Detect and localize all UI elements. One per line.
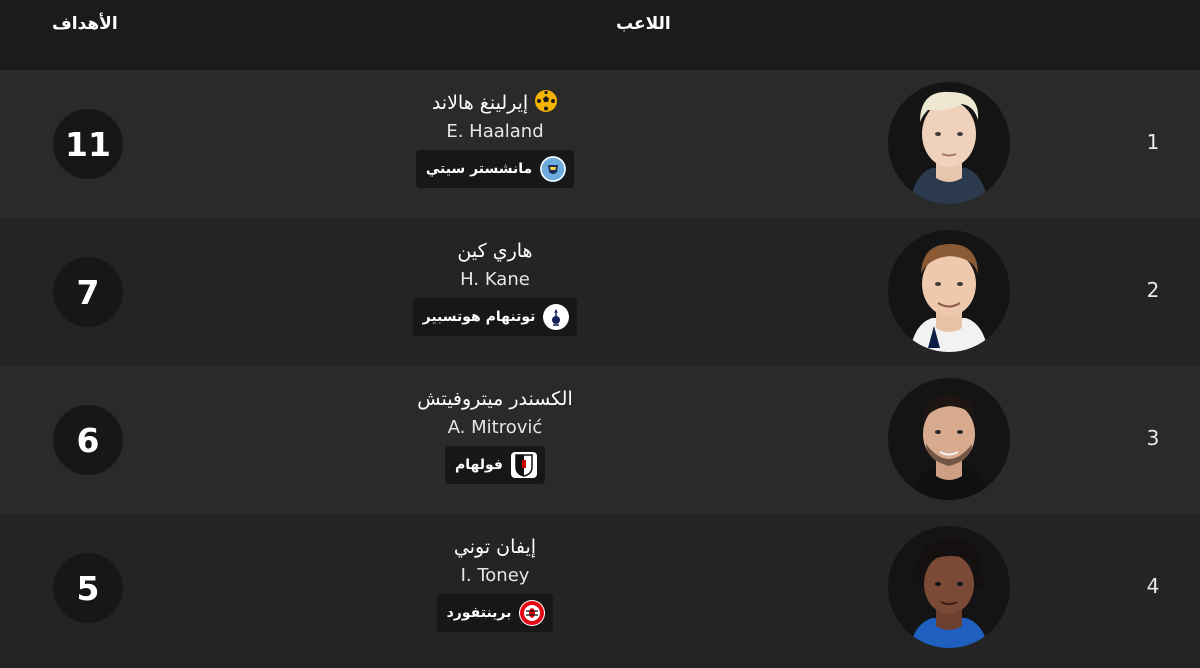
- player-info: إيفان توني I. Toney برينتفورد: [300, 532, 690, 632]
- player-info: إيرلينغ هالاند E. Haaland مانشستر سيتي: [300, 88, 690, 188]
- goals-count: 11: [53, 109, 123, 179]
- player-name-arabic[interactable]: الكسندر ميتروفيتش: [417, 388, 573, 410]
- player-name-english: I. Toney: [460, 565, 530, 586]
- player-name-english: H. Kane: [460, 269, 530, 290]
- fulham-crest-icon: [510, 452, 537, 478]
- player-info: الكسندر ميتروفيتش A. Mitrović فولهام: [300, 384, 690, 484]
- goals-count: 7: [53, 257, 123, 327]
- player-name-english: A. Mitrović: [447, 417, 543, 438]
- player-name-arabic[interactable]: إيرلينغ هالاند: [432, 92, 528, 114]
- rank-number: 1: [1146, 130, 1160, 154]
- goals-count: 6: [53, 405, 123, 475]
- table-header: الأهداف اللاعب: [0, 0, 1200, 70]
- player-photo[interactable]: [888, 82, 1010, 204]
- table-row[interactable]: 7 هاري كين H. Kane توتنهام هوتسبير 2: [0, 218, 1200, 366]
- club-badge[interactable]: برينتفورد: [436, 594, 554, 632]
- rank-number: 4: [1146, 574, 1160, 598]
- table-row[interactable]: 11 إيرلينغ هالاند E. Haaland مانشستر سيت…: [0, 70, 1200, 218]
- goals-count: 5: [53, 553, 123, 623]
- player-name-english: E. Haaland: [446, 121, 544, 142]
- club-name: برينتفورد: [446, 605, 512, 621]
- table-row[interactable]: 6 الكسندر ميتروفيتش A. Mitrović فولهام 3: [0, 366, 1200, 514]
- goals-column-header: الأهداف: [52, 14, 118, 34]
- player-photo[interactable]: [888, 230, 1010, 352]
- player-name-arabic[interactable]: إيفان توني: [454, 536, 536, 558]
- brentford-crest-icon: [519, 600, 546, 626]
- club-badge[interactable]: توتنهام هوتسبير: [412, 298, 578, 336]
- tottenham-crest-icon: [543, 304, 570, 330]
- rank-number: 3: [1146, 426, 1160, 450]
- table-row[interactable]: 5 إيفان توني I. Toney برينتفورد 4: [0, 514, 1200, 668]
- player-column-header: اللاعب: [616, 14, 671, 34]
- player-photo[interactable]: [888, 378, 1010, 500]
- player-info: هاري كين H. Kane توتنهام هوتسبير: [300, 236, 690, 336]
- club-badge[interactable]: فولهام: [445, 446, 545, 484]
- player-photo[interactable]: [888, 526, 1010, 648]
- player-name-arabic[interactable]: هاري كين: [457, 240, 532, 262]
- club-name: فولهام: [455, 457, 503, 473]
- club-badge[interactable]: مانشستر سيتي: [415, 150, 575, 188]
- football-icon: [534, 89, 558, 117]
- man-city-crest-icon: [540, 156, 567, 182]
- club-name: توتنهام هوتسبير: [422, 309, 536, 325]
- club-name: مانشستر سيتي: [425, 161, 533, 177]
- rank-number: 2: [1146, 278, 1160, 302]
